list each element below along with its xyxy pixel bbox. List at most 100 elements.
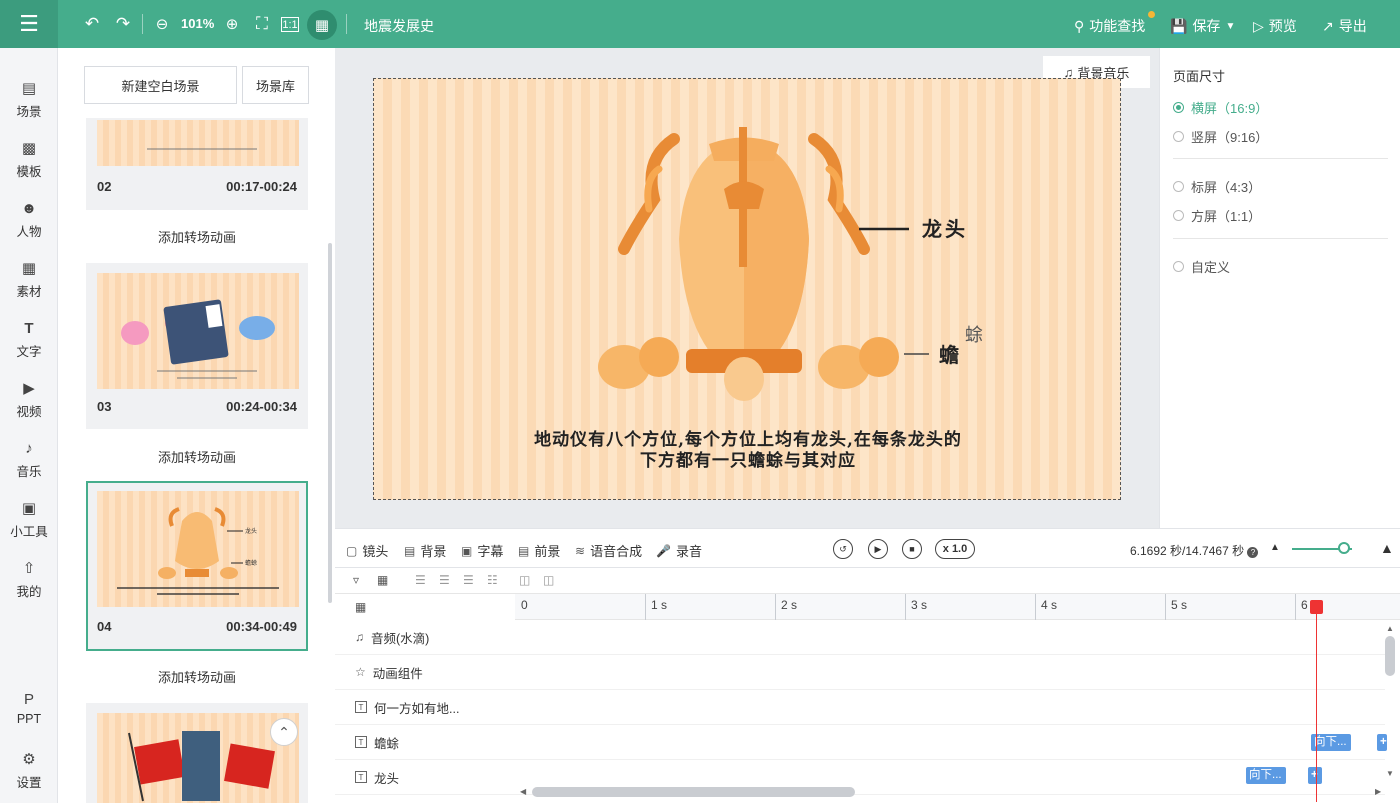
track-lane[interactable]	[515, 620, 1385, 655]
clip-toad[interactable]: 向下...	[1311, 734, 1351, 751]
track-audio[interactable]: ♫ 音频(水滴)	[335, 620, 515, 655]
add-transition-button[interactable]: 添加转场动画	[86, 667, 308, 686]
tab-label: 录音	[675, 544, 702, 559]
nav-item-scene[interactable]: ▤ 场景	[0, 80, 58, 120]
menu-icon[interactable]: ☰	[0, 0, 58, 48]
scroll-down-icon[interactable]: ▼	[1386, 769, 1394, 778]
distribute-icon[interactable]: ☷	[487, 573, 498, 587]
find-button[interactable]: ⚲ 功能查找	[1074, 16, 1145, 36]
tab-subtitle[interactable]: ▣ 字幕	[461, 541, 503, 560]
radio-label: 标屏（4:3）	[1191, 180, 1262, 195]
play-icon[interactable]: ▶	[868, 539, 888, 559]
export-button[interactable]: ↗ 导出	[1322, 16, 1367, 36]
nav-item-settings[interactable]: ⚙ 设置	[0, 751, 58, 791]
timeline-zoom-knob[interactable]	[1338, 542, 1350, 554]
grid-view-icon[interactable]: ▦	[307, 10, 337, 40]
track-text-dragon[interactable]: T 龙头	[335, 760, 515, 795]
nav-label: 视频	[16, 405, 42, 419]
camera-icon: ▢	[346, 543, 358, 558]
scene-card-03[interactable]: 03 00:24-00:34	[86, 263, 308, 429]
track-lane[interactable]: 向下... +	[515, 725, 1387, 760]
timeline-vertical-scrollbar[interactable]	[1385, 636, 1395, 676]
actual-size-icon[interactable]: 1:1	[281, 17, 299, 32]
playhead[interactable]	[1316, 602, 1317, 802]
playback-speed-button[interactable]: x 1.0	[935, 539, 975, 559]
text-icon: T	[355, 736, 367, 748]
zoom-in-timeline-icon[interactable]: ▲	[1380, 540, 1394, 556]
scroll-top-button[interactable]: ⌃	[270, 718, 298, 746]
stage-canvas[interactable]: 龙头 蟾 蜍 地动仪有八个方位,每个方位上均有龙头,在每条龙头的 下方都有一只蟾…	[373, 78, 1121, 500]
scene-library-button[interactable]: 场景库	[242, 66, 309, 104]
track-lane[interactable]	[515, 690, 1385, 725]
nav-item-material[interactable]: ▦ 素材	[0, 260, 58, 300]
radio-custom[interactable]: 自定义	[1173, 257, 1230, 276]
radio-portrait[interactable]: 竖屏（9:16）	[1173, 127, 1268, 146]
zoom-out-timeline-icon[interactable]: ▲	[1270, 542, 1280, 553]
tick-label: 1 s	[651, 598, 668, 612]
track-text-toad[interactable]: T 蟾蜍	[335, 725, 515, 760]
nav-item-mine[interactable]: ⇧ 我的	[0, 560, 58, 600]
timeline-tracks: ▦ 0 1 s 2 s 3 s 4 s 5 s 6 ♫ 音频(水滴) ☆ 动画组件 …	[335, 594, 1400, 803]
radio-landscape[interactable]: 横屏（16:9）	[1173, 98, 1268, 117]
radio-square[interactable]: 方屏（1:1）	[1173, 206, 1261, 225]
track-settings-icon[interactable]: ▦	[355, 600, 366, 614]
tab-tts[interactable]: ≋ 语音合成	[575, 541, 642, 560]
radio-standard[interactable]: 标屏（4:3）	[1173, 177, 1261, 196]
add-clip-icon[interactable]: +	[1308, 767, 1322, 784]
nav-item-toolbox[interactable]: ▣ 小工具	[0, 500, 58, 540]
help-icon[interactable]: ?	[1247, 547, 1259, 558]
scroll-left-icon[interactable]: ◀	[520, 787, 526, 796]
scene-list-scrollbar[interactable]	[328, 243, 332, 603]
label-dragon-head[interactable]: 龙头	[922, 213, 968, 242]
preview-button[interactable]: ▷ 预览	[1253, 16, 1297, 36]
label-toad-1[interactable]: 蟾	[939, 339, 959, 368]
label-toad-2[interactable]: 蜍	[965, 321, 983, 347]
scene-card-02[interactable]: 02 00:17-00:24	[86, 118, 308, 210]
scene-card-05[interactable]	[86, 703, 308, 803]
align-right-icon[interactable]: ☰	[463, 573, 474, 587]
align-center-icon[interactable]: ☰	[439, 573, 450, 587]
tab-foreground[interactable]: ▤ 前景	[518, 541, 560, 560]
redo-icon[interactable]: ↷	[112, 13, 134, 35]
tab-camera[interactable]: ▢ 镜头	[346, 541, 388, 560]
scroll-up-icon[interactable]: ▲	[1386, 624, 1394, 633]
filter-icon[interactable]: ▿	[353, 573, 359, 587]
track-text-1[interactable]: T 何一方如有地...	[335, 690, 515, 725]
stop-icon[interactable]: ■	[902, 539, 922, 559]
nav-item-person[interactable]: ☻ 人物	[0, 200, 58, 240]
timeline-tools: ▿ ▦ ☰ ☰ ☰ ☷ ◫ ◫	[335, 568, 1400, 594]
document-title[interactable]: 地震发展史	[364, 16, 434, 36]
nav-item-template[interactable]: ▩ 模板	[0, 140, 58, 180]
fullscreen-icon[interactable]: ⛶	[251, 13, 273, 35]
nav-item-music[interactable]: ♪ 音乐	[0, 440, 58, 480]
add-clip-icon[interactable]: +	[1377, 734, 1387, 751]
track-lane[interactable]	[515, 655, 1385, 690]
undo-icon[interactable]: ↶	[81, 13, 103, 35]
save-button[interactable]: 💾 保存 ▼	[1170, 16, 1235, 36]
nav-item-video[interactable]: ▶ 视频	[0, 380, 58, 420]
zoom-in-icon[interactable]: ⊕	[221, 13, 243, 35]
caption-line-2[interactable]: 下方都有一只蟾蜍与其对应	[374, 446, 1120, 471]
layers-icon[interactable]: ▦	[377, 573, 388, 587]
replay-icon[interactable]: ↺	[833, 539, 853, 559]
group-icon[interactable]: ◫	[519, 573, 530, 587]
ungroup-icon[interactable]: ◫	[543, 573, 554, 587]
timeline-horizontal-scrollbar[interactable]	[532, 787, 855, 797]
zoom-out-icon[interactable]: ⊖	[151, 13, 173, 35]
time-ruler[interactable]: 0 1 s 2 s 3 s 4 s 5 s 6	[515, 594, 1400, 620]
new-blank-scene-button[interactable]: 新建空白场景	[84, 66, 237, 104]
background-icon: ▤	[404, 543, 416, 558]
nav-item-text[interactable]: T 文字	[0, 320, 58, 360]
nav-label: 我的	[16, 585, 42, 599]
clip-dragon[interactable]: 向下...	[1246, 767, 1286, 784]
track-animation[interactable]: ☆ 动画组件	[335, 655, 515, 690]
tab-background[interactable]: ▤ 背景	[404, 541, 446, 560]
add-transition-button[interactable]: 添加转场动画	[86, 447, 308, 466]
scene-card-04[interactable]: 龙头 蟾蜍 04 00:34-00:49	[86, 481, 308, 651]
template-icon: ▩	[21, 140, 37, 157]
align-left-icon[interactable]: ☰	[415, 573, 426, 587]
scroll-right-icon[interactable]: ▶	[1375, 787, 1381, 796]
add-transition-button[interactable]: 添加转场动画	[86, 227, 308, 246]
nav-item-ppt[interactable]: P PPT	[0, 691, 58, 726]
tab-record[interactable]: 🎤 录音	[656, 541, 702, 560]
